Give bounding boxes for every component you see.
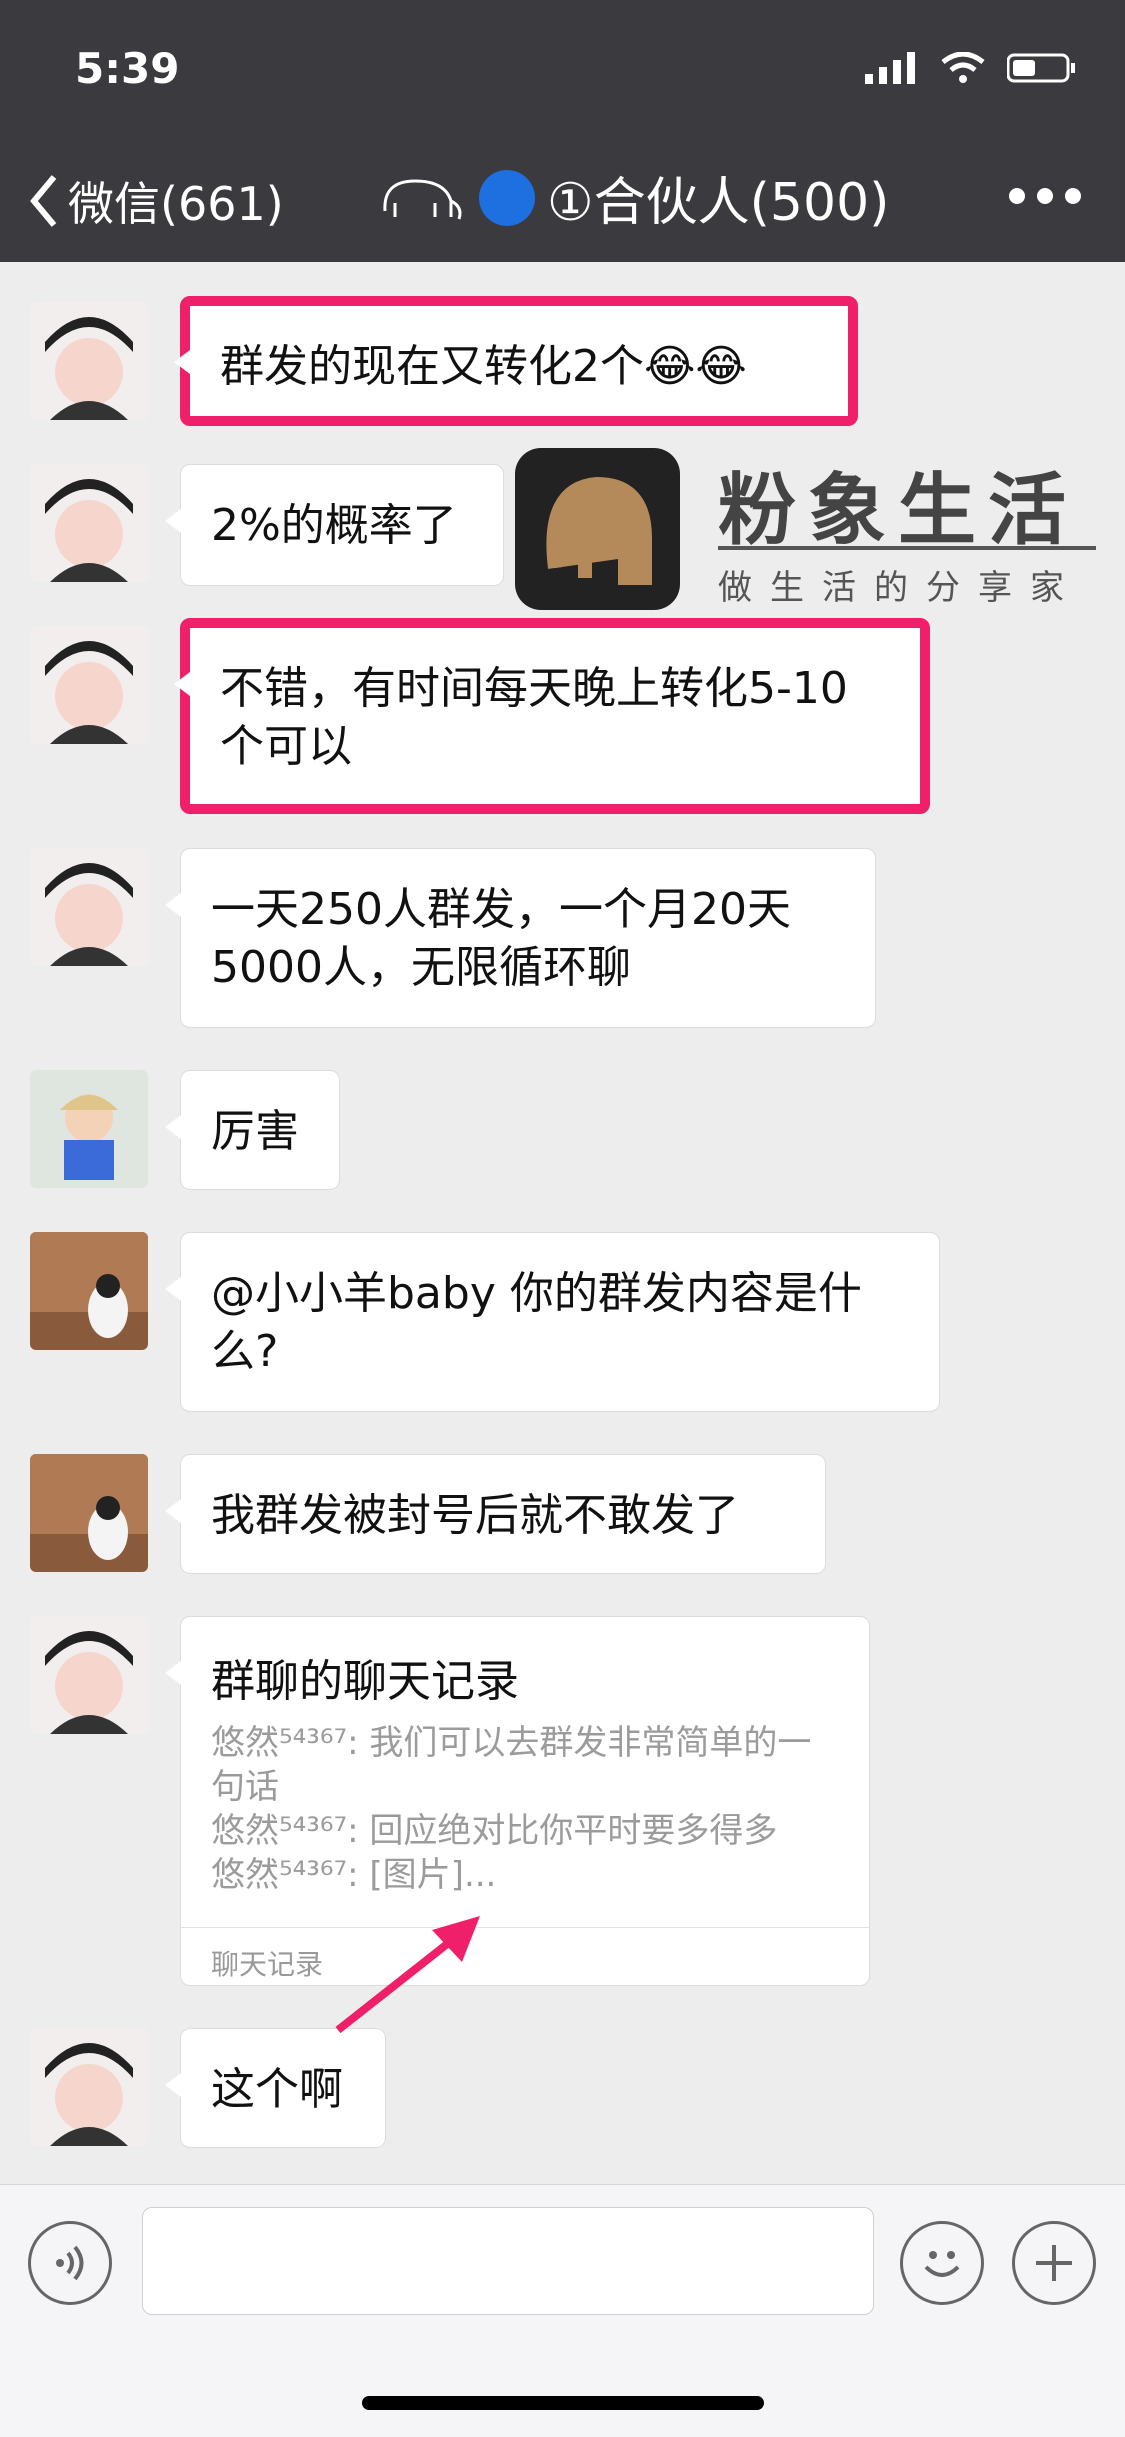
watermark-subtitle: 做生活的分享家 xyxy=(718,568,1082,608)
group-name: ①合伙人(500) xyxy=(547,173,890,233)
message-bubble[interactable]: 不错，有时间每天晚上转化5-10个可以 xyxy=(174,618,930,814)
more-button[interactable] xyxy=(1009,188,1081,204)
avatar[interactable] xyxy=(30,1454,148,1572)
card-title: 群聊的聊天记录 xyxy=(211,1656,519,1707)
avatar[interactable] xyxy=(30,464,148,582)
avatar[interactable] xyxy=(30,2028,148,2146)
back-button[interactable]: 微信(661) xyxy=(28,168,284,234)
emoji-button[interactable] xyxy=(900,2221,984,2305)
card-footer: 聊天记录 xyxy=(181,1927,869,1985)
plus-button[interactable] xyxy=(1012,2221,1096,2305)
message-text: 厉害 xyxy=(211,1106,299,1157)
avatar[interactable] xyxy=(30,1070,148,1188)
chat-title: ①合伙人(500) xyxy=(375,160,889,235)
chat-record-card[interactable]: 群聊的聊天记录 悠然⁵⁴³⁶⁷: 我们可以去群发非常简单的一句话 悠然⁵⁴³⁶⁷… xyxy=(165,1616,870,1986)
back-label: 微信(661) xyxy=(68,177,284,231)
more-dot xyxy=(1037,188,1053,204)
watermark-logo xyxy=(515,448,680,610)
message-bubble[interactable]: 群发的现在又转化2个😂😂 xyxy=(174,296,858,426)
status-time: 5:39 xyxy=(75,44,180,93)
battery-icon xyxy=(1007,53,1075,83)
message-bubble[interactable]: 我群发被封号后就不敢发了 xyxy=(165,1454,826,1574)
avatar[interactable] xyxy=(30,848,148,966)
avatar[interactable] xyxy=(30,302,148,420)
message-text: @小小羊baby 你的群发内容是什么? xyxy=(211,1268,862,1377)
voice-icon xyxy=(56,2245,84,2281)
message-bubble[interactable]: 一天250人群发，一个月20天5000人，无限循环聊 xyxy=(165,848,876,1028)
avatar[interactable] xyxy=(30,1232,148,1350)
blue-dot-icon xyxy=(479,169,535,226)
message-bubble[interactable]: 厉害 xyxy=(165,1070,340,1190)
message-text: 这个啊 xyxy=(211,2064,343,2115)
home-indicator[interactable] xyxy=(362,2396,764,2410)
message-bubble[interactable]: 2%的概率了 xyxy=(165,464,504,586)
more-dot xyxy=(1009,188,1025,204)
watermark-title: 粉象生活 xyxy=(718,466,1079,556)
elephant-icon xyxy=(383,178,462,219)
pink-arrow-annotation xyxy=(335,1916,480,2034)
message-bubble[interactable]: 这个啊 xyxy=(165,2028,386,2148)
watermark-divider xyxy=(718,546,1096,550)
card-line: 悠然⁵⁴³⁶⁷: [图片]... xyxy=(211,1855,497,1895)
more-dot xyxy=(1065,188,1081,204)
avatar[interactable] xyxy=(30,626,148,744)
message-text: 群发的现在又转化2个😂😂 xyxy=(220,341,747,392)
message-text: 我群发被封号后就不敢发了 xyxy=(211,1490,739,1541)
signal-icon xyxy=(865,52,915,84)
wifi-icon xyxy=(941,52,985,83)
voice-button[interactable] xyxy=(28,2221,112,2305)
message-text: 不错，有时间每天晚上转化5-10个可以 xyxy=(220,663,848,772)
card-line: 悠然⁵⁴³⁶⁷: 我们可以去群发非常简单的一句话 xyxy=(211,1723,812,1807)
message-input[interactable] xyxy=(142,2207,874,2315)
avatar[interactable] xyxy=(30,1616,148,1734)
top-bar: 5:39 微信(661) ①合伙人(500) xyxy=(0,0,1125,262)
emoji-icon xyxy=(924,2251,960,2277)
card-line: 悠然⁵⁴³⁶⁷: 回应绝对比你平时要多得多 xyxy=(211,1811,778,1851)
plus-icon xyxy=(1036,2245,1072,2281)
chevron-left-icon xyxy=(30,175,57,227)
message-text: 一天250人群发，一个月20天5000人，无限循环聊 xyxy=(211,884,791,993)
message-bubble[interactable]: @小小羊baby 你的群发内容是什么? xyxy=(165,1232,940,1412)
message-text: 2%的概率了 xyxy=(211,500,457,551)
status-icons xyxy=(865,52,1077,84)
